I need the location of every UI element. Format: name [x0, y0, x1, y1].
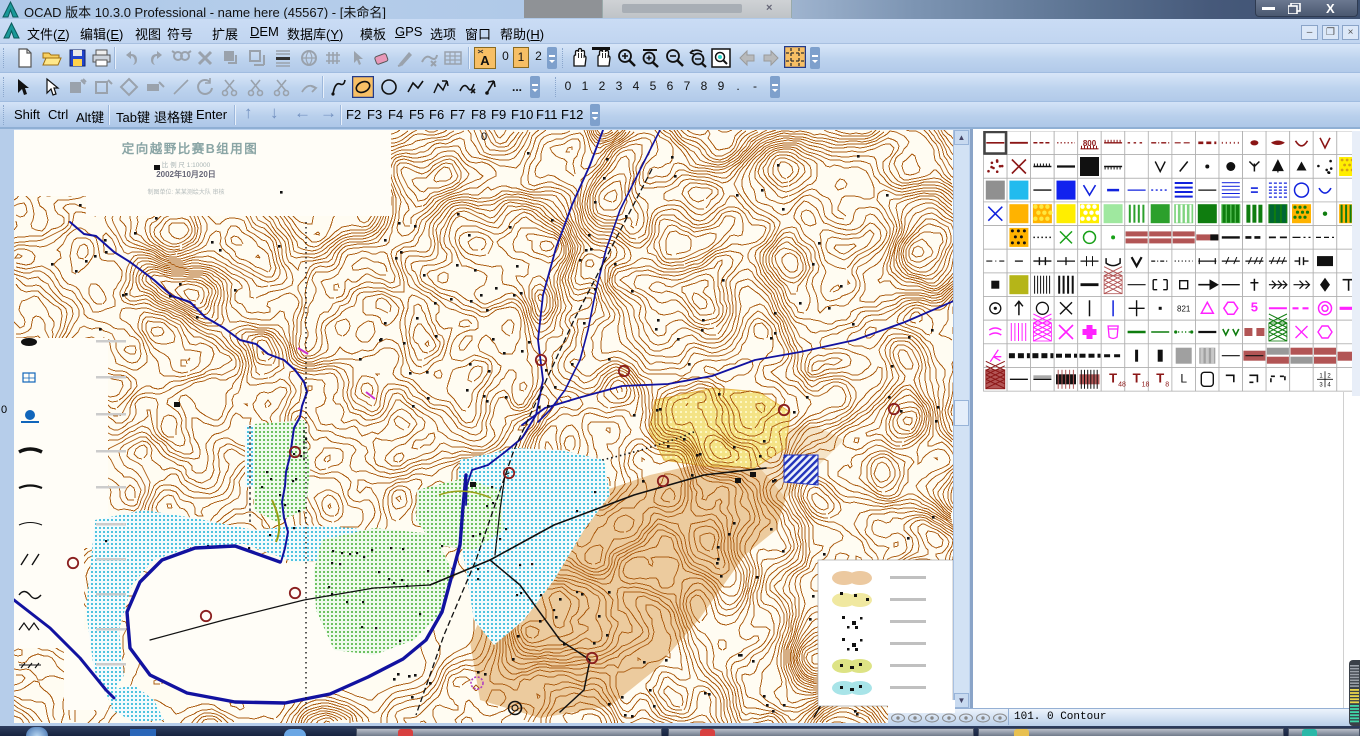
svg-text:L: L: [1180, 371, 1187, 385]
svg-text:A: A: [480, 53, 490, 68]
svg-text:T: T: [1109, 370, 1117, 385]
svg-text:T: T: [1133, 370, 1141, 385]
svg-text:2002年10月20日: 2002年10月20日: [156, 169, 216, 179]
svg-text:制图单位: 某某测绘大队 审核: 制图单位: 某某测绘大队 审核: [147, 188, 224, 196]
svg-text:821: 821: [1177, 304, 1191, 313]
svg-text:48: 48: [1118, 381, 1126, 388]
svg-text:定向越野比赛B组用图: 定向越野比赛B组用图: [121, 141, 259, 156]
svg-text:8: 8: [1165, 381, 1169, 388]
svg-text:5: 5: [1251, 299, 1258, 314]
svg-text:...: ...: [512, 80, 522, 94]
svg-text:T: T: [1156, 370, 1164, 385]
svg-text:比 例 尺 1:10000: 比 例 尺 1:10000: [162, 160, 211, 169]
svg-text:18: 18: [1142, 381, 1150, 388]
